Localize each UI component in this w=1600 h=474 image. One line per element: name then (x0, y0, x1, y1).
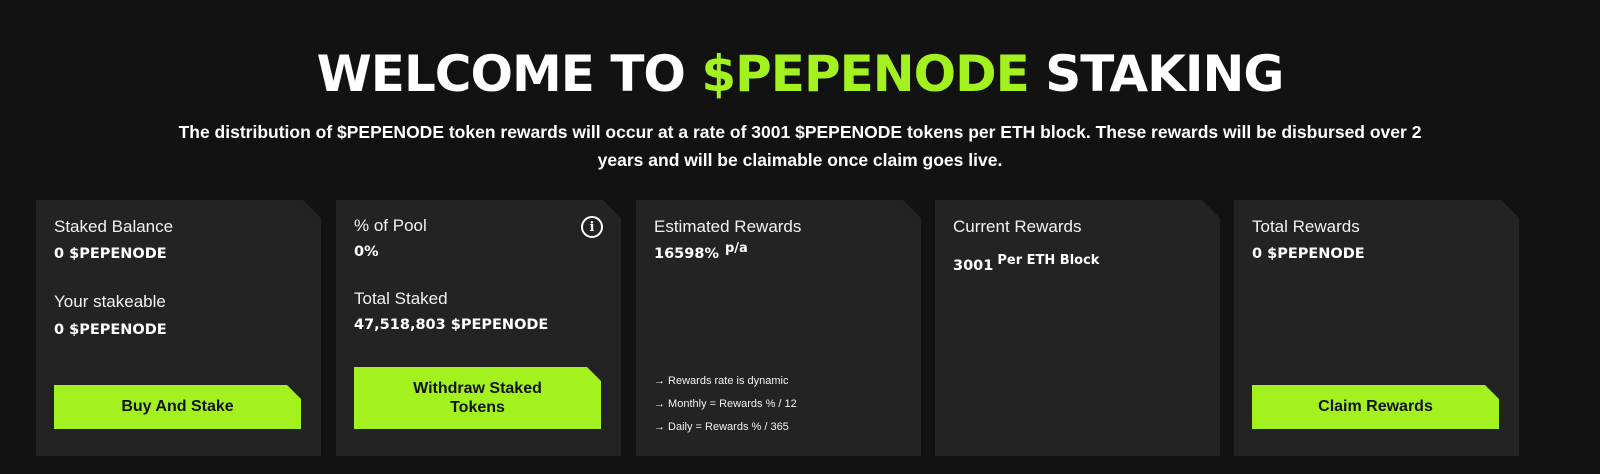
current-rewards-unit: Per ETH Block (997, 253, 1100, 268)
note-dynamic: → Rewards rate is dynamic (654, 375, 789, 387)
claim-rewards-button[interactable]: Claim Rewards (1252, 385, 1499, 429)
staked-balance-label: Staked Balance (54, 217, 174, 236)
title-prefix: WELCOME TO (316, 45, 686, 103)
pool-card: % of Pool i 0% Total Staked 47,518,803 $… (336, 200, 621, 456)
total-staked-label: Total Staked (354, 289, 448, 308)
estimated-rewards-card: Estimated Rewards 16598% p/a → Rewards ra… (636, 200, 921, 456)
page-title: WELCOME TO $PEPENODE STAKING (0, 44, 1600, 104)
total-staked-value: 47,518,803 $PEPENODE (354, 317, 549, 333)
estimated-rewards-unit: p/a (724, 241, 748, 256)
staked-balance-value: 0 $PEPENODE (54, 246, 167, 262)
withdraw-staked-tokens-button[interactable]: Withdraw Staked Tokens (354, 367, 601, 429)
title-token: $PEPENODE (701, 45, 1029, 103)
intro-description: The distribution of $PEPENODE token rewa… (178, 122, 1422, 170)
estimated-rewards-value: 16598% (654, 246, 719, 262)
current-rewards-label: Current Rewards (953, 217, 1082, 236)
total-rewards-value: 0 $PEPENODE (1252, 246, 1365, 262)
stakeable-value: 0 $PEPENODE (54, 322, 167, 338)
current-rewards-card: Current Rewards 3001 Per ETH Block (935, 200, 1220, 456)
rewards-notes: → Rewards rate is dynamic → Monthly = Re… (654, 370, 797, 439)
staked-balance-card: Staked Balance 0 $PEPENODE Your stakeabl… (36, 200, 321, 456)
buy-and-stake-button[interactable]: Buy And Stake (54, 385, 301, 429)
total-rewards-label: Total Rewards (1252, 217, 1360, 236)
current-rewards-value-row: 3001 Per ETH Block (953, 258, 1099, 274)
estimated-rewards-label: Estimated Rewards (654, 217, 802, 236)
estimated-rewards-value-row: 16598% p/a (654, 246, 748, 262)
pool-percent-label: % of Pool (354, 216, 427, 235)
info-icon[interactable]: i (581, 216, 603, 238)
stakeable-label: Your stakeable (54, 292, 166, 311)
pool-percent-value: 0% (354, 244, 379, 260)
total-rewards-card: Total Rewards 0 $PEPENODE Claim Rewards (1234, 200, 1519, 456)
title-suffix: STAKING (1045, 45, 1284, 103)
note-daily: → Daily = Rewards % / 365 (654, 421, 789, 433)
note-monthly: → Monthly = Rewards % / 12 (654, 398, 797, 410)
current-rewards-value: 3001 (953, 258, 994, 274)
